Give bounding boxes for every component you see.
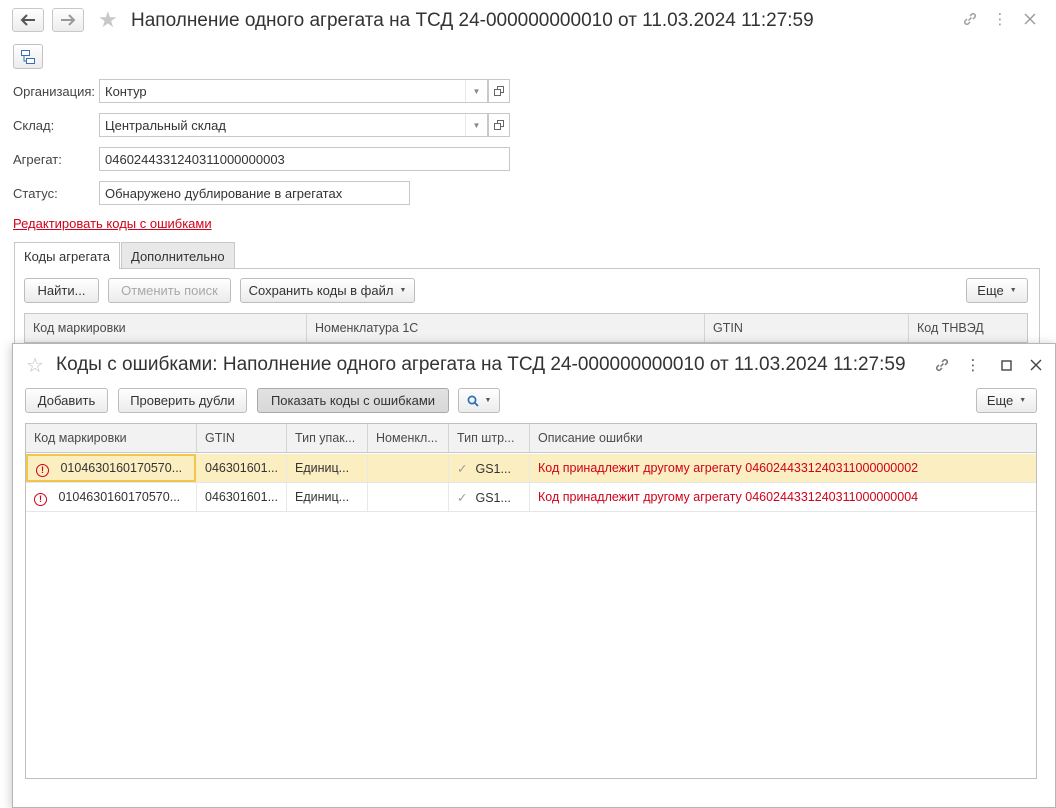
arrow-left-icon bbox=[20, 14, 35, 26]
warehouse-value: Центральный склад bbox=[105, 118, 226, 133]
search-icon bbox=[467, 395, 479, 407]
open-window-icon bbox=[494, 86, 504, 96]
org-label: Организация: bbox=[13, 84, 96, 99]
back-button[interactable] bbox=[12, 8, 44, 32]
check-duplicates-button[interactable]: Проверить дубли bbox=[118, 388, 247, 413]
link-icon[interactable] bbox=[961, 10, 979, 28]
chevron-down-icon: ▼ bbox=[1019, 397, 1027, 404]
forward-button[interactable] bbox=[52, 8, 84, 32]
chevron-down-icon: ▼ bbox=[399, 287, 407, 294]
barcode-type-cell[interactable]: ✓ GS1... bbox=[449, 454, 530, 482]
more-button[interactable]: Еще ▼ bbox=[966, 278, 1028, 303]
nomenclature-cell[interactable] bbox=[368, 483, 449, 511]
close-icon[interactable] bbox=[1021, 10, 1039, 28]
error-icon: ! bbox=[36, 464, 49, 477]
aggregate-field[interactable]: 0460244331240311000000003 bbox=[99, 147, 510, 171]
column-header[interactable]: Тип штр... bbox=[449, 424, 530, 452]
column-header[interactable]: Тип упак... bbox=[287, 424, 368, 452]
aggregate-value: 0460244331240311000000003 bbox=[105, 152, 285, 167]
table-row[interactable]: ! 0104630160170570... 046301601... Едини… bbox=[26, 483, 1036, 512]
more-vertical-icon[interactable]: ⋮ bbox=[992, 10, 1008, 28]
link-icon[interactable] bbox=[933, 356, 951, 374]
check-icon: ✓ bbox=[457, 462, 468, 476]
error-description-cell[interactable]: Код принадлежит другому агрегату 0460244… bbox=[530, 454, 1036, 482]
barcode-type-value: GS1... bbox=[475, 462, 511, 476]
close-icon[interactable] bbox=[1027, 356, 1045, 374]
error-codes-table[interactable]: Код маркировки GTIN Тип упак... Номенкл.… bbox=[25, 423, 1037, 779]
window-title: Наполнение одного агрегата на ТСД 24-000… bbox=[131, 10, 814, 31]
tab-aggregate-codes[interactable]: Коды агрегата bbox=[14, 242, 120, 269]
org-value: Контур bbox=[105, 84, 147, 99]
open-window-icon bbox=[494, 120, 504, 130]
favorite-star-icon[interactable]: ☆ bbox=[26, 355, 44, 377]
find-button[interactable]: Найти... bbox=[24, 278, 99, 303]
code-value: 0104630160170570... bbox=[58, 490, 181, 504]
more-label: Еще bbox=[977, 283, 1004, 298]
org-field[interactable]: Контур ▼ bbox=[99, 79, 488, 103]
more-vertical-icon[interactable]: ⋮ bbox=[965, 356, 981, 374]
cancel-search-button[interactable]: Отменить поиск bbox=[108, 278, 231, 303]
structure-icon bbox=[21, 49, 35, 64]
code-cell[interactable]: ! 0104630160170570... bbox=[26, 483, 197, 511]
barcode-type-cell[interactable]: ✓ GS1... bbox=[449, 483, 530, 511]
code-value: 0104630160170570... bbox=[60, 461, 183, 475]
chevron-down-icon: ▼ bbox=[484, 397, 492, 404]
structure-button[interactable] bbox=[13, 44, 43, 69]
dialog-more-button[interactable]: Еще ▼ bbox=[976, 388, 1037, 413]
favorite-star-icon[interactable]: ★ bbox=[98, 9, 118, 31]
table-header: Код маркировки GTIN Тип упак... Номенкл.… bbox=[26, 424, 1036, 453]
save-codes-button[interactable]: Сохранить коды в файл ▼ bbox=[240, 278, 415, 303]
barcode-type-value: GS1... bbox=[475, 491, 511, 505]
column-header[interactable]: GTIN bbox=[197, 424, 287, 452]
warehouse-label: Склад: bbox=[13, 118, 55, 133]
column-header[interactable]: Код ТНВЭД bbox=[909, 314, 1027, 342]
code-cell[interactable]: ! 0104630160170570... bbox=[26, 454, 196, 482]
pack-type-cell[interactable]: Единиц... bbox=[287, 454, 368, 482]
show-error-codes-button[interactable]: Показать коды с ошибками bbox=[257, 388, 449, 413]
column-header[interactable]: Номенкл... bbox=[368, 424, 449, 452]
status-label: Статус: bbox=[13, 186, 58, 201]
nomenclature-cell[interactable] bbox=[368, 454, 449, 482]
status-field[interactable]: Обнаружено дублирование в агрегатах bbox=[99, 181, 410, 205]
arrow-right-icon bbox=[61, 14, 76, 26]
search-button[interactable]: ▼ bbox=[458, 388, 500, 413]
error-icon: ! bbox=[34, 493, 47, 506]
aggregate-label: Агрегат: bbox=[13, 152, 62, 167]
save-codes-label: Сохранить коды в файл bbox=[248, 283, 394, 298]
error-codes-dialog: ☆ Коды с ошибками: Наполнение одного агр… bbox=[12, 343, 1056, 808]
warehouse-field[interactable]: Центральный склад ▼ bbox=[99, 113, 488, 137]
column-header[interactable]: Описание ошибки bbox=[530, 424, 1036, 452]
check-icon: ✓ bbox=[457, 491, 468, 505]
status-value: Обнаружено дублирование в агрегатах bbox=[105, 186, 343, 201]
warehouse-open-button[interactable] bbox=[488, 113, 510, 137]
tab-additional[interactable]: Дополнительно bbox=[121, 242, 235, 268]
column-header[interactable]: Номенклатура 1С bbox=[307, 314, 705, 342]
codes-table-header: Код маркировки Номенклатура 1С GTIN Код … bbox=[24, 313, 1028, 343]
dialog-title: Коды с ошибками: Наполнение одного агрег… bbox=[56, 354, 906, 375]
pack-type-cell[interactable]: Единиц... bbox=[287, 483, 368, 511]
gtin-cell[interactable]: 046301601... bbox=[197, 454, 287, 482]
column-header[interactable]: Код маркировки bbox=[26, 424, 197, 452]
column-header[interactable]: GTIN bbox=[705, 314, 909, 342]
dialog-more-label: Еще bbox=[986, 393, 1014, 408]
org-open-button[interactable] bbox=[488, 79, 510, 103]
chevron-down-icon[interactable]: ▼ bbox=[465, 114, 487, 136]
error-description-cell[interactable]: Код принадлежит другому агрегату 0460244… bbox=[530, 483, 1036, 511]
column-header[interactable]: Код маркировки bbox=[25, 314, 307, 342]
add-button[interactable]: Добавить bbox=[25, 388, 108, 413]
chevron-down-icon[interactable]: ▼ bbox=[465, 80, 487, 102]
maximize-icon[interactable] bbox=[997, 356, 1015, 374]
table-row[interactable]: ! 0104630160170570... 046301601... Едини… bbox=[26, 454, 1036, 483]
edit-error-codes-link[interactable]: Редактировать коды с ошибками bbox=[13, 216, 212, 231]
gtin-cell[interactable]: 046301601... bbox=[197, 483, 287, 511]
chevron-down-icon: ▼ bbox=[1009, 287, 1017, 294]
